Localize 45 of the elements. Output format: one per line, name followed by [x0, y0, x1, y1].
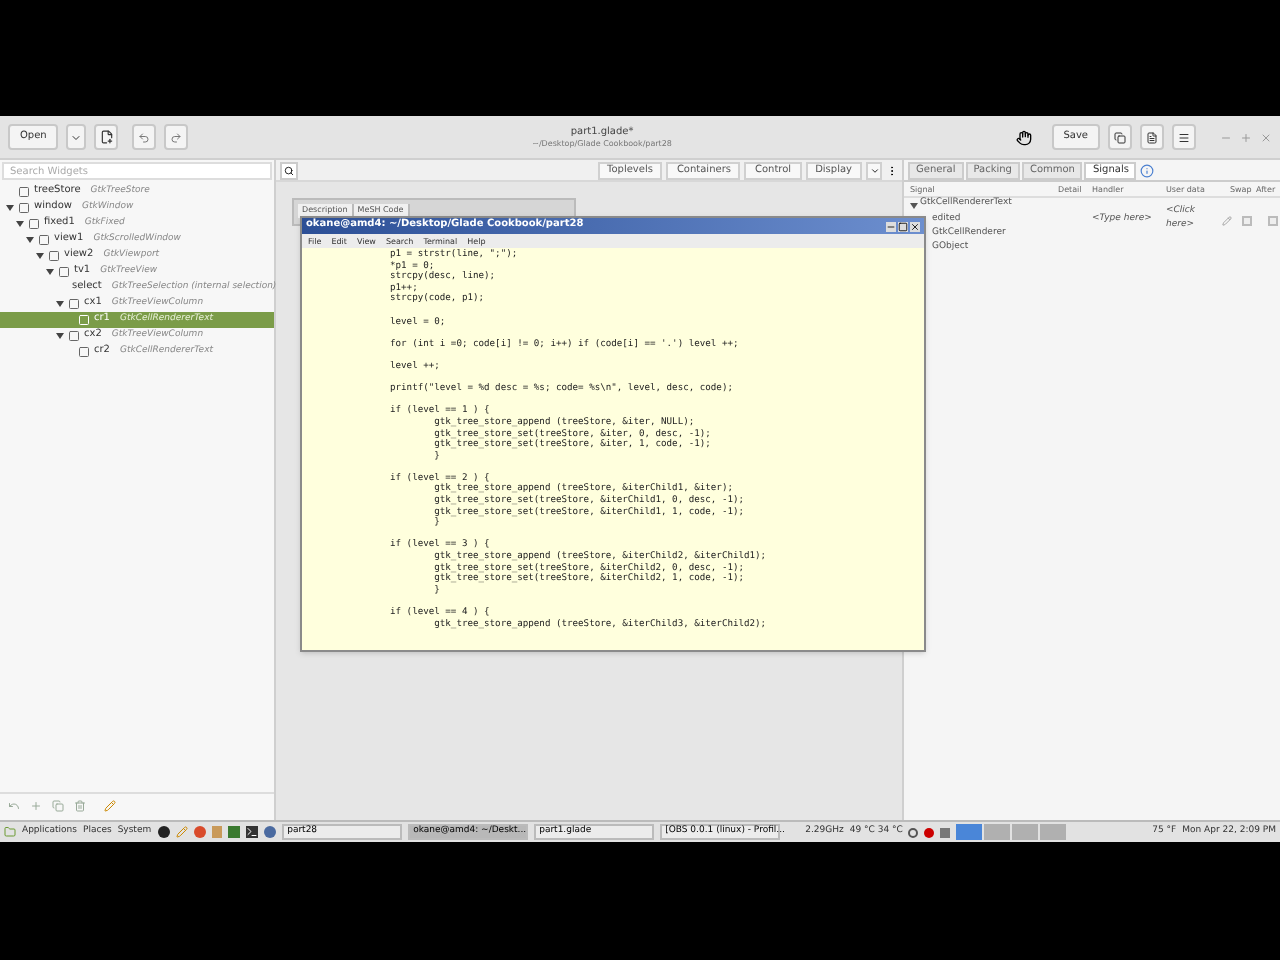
menu-button[interactable] [1172, 124, 1196, 150]
expander-icon[interactable] [46, 268, 54, 276]
copy-icon [1114, 131, 1126, 143]
network-icon[interactable] [908, 827, 919, 837]
edit-icon[interactable] [1222, 215, 1232, 225]
expander-icon[interactable] [56, 300, 64, 308]
record-icon[interactable] [924, 827, 935, 837]
search-button[interactable] [280, 161, 298, 179]
swap-checkbox[interactable] [1242, 215, 1252, 225]
caret-icon [70, 131, 83, 143]
undo-button[interactable] [132, 124, 157, 150]
expander-icon[interactable] [16, 220, 24, 228]
caret-icon [869, 165, 879, 175]
menu-icon [1178, 131, 1190, 143]
undo-icon[interactable] [8, 799, 20, 811]
editor-launcher-icon[interactable] [175, 826, 188, 838]
maximize-icon[interactable] [898, 221, 908, 231]
workspace-tile[interactable] [1012, 824, 1039, 840]
pencil-icon[interactable] [104, 799, 116, 811]
new-button[interactable] [94, 124, 119, 150]
expander-icon[interactable] [910, 201, 918, 209]
document-icon [1146, 131, 1158, 143]
workspace-tile[interactable] [956, 824, 983, 840]
add-icon[interactable] [30, 799, 42, 811]
expander-icon[interactable] [36, 252, 44, 260]
workspace-tile[interactable] [984, 824, 1011, 840]
search-icon [284, 165, 294, 175]
document-button[interactable] [1140, 124, 1164, 150]
copy-icon[interactable] [52, 799, 64, 811]
terminal-launcher-icon[interactable] [245, 826, 258, 838]
redo-icon [170, 131, 183, 143]
minimize-icon[interactable] [886, 221, 896, 231]
undo-icon [138, 131, 151, 143]
expander-icon[interactable] [26, 236, 34, 244]
new-file-icon [99, 130, 114, 144]
delete-icon[interactable] [74, 799, 86, 811]
copy-button[interactable] [1108, 124, 1132, 150]
hand-icon[interactable] [1015, 129, 1032, 145]
after-checkbox[interactable] [1268, 215, 1278, 225]
expander-icon[interactable] [6, 204, 14, 212]
expander-icon[interactable] [56, 332, 64, 340]
workspace-tile[interactable] [1040, 824, 1067, 840]
redo-button[interactable] [164, 124, 189, 150]
close-icon[interactable] [910, 221, 920, 231]
info-icon[interactable] [1140, 164, 1155, 178]
